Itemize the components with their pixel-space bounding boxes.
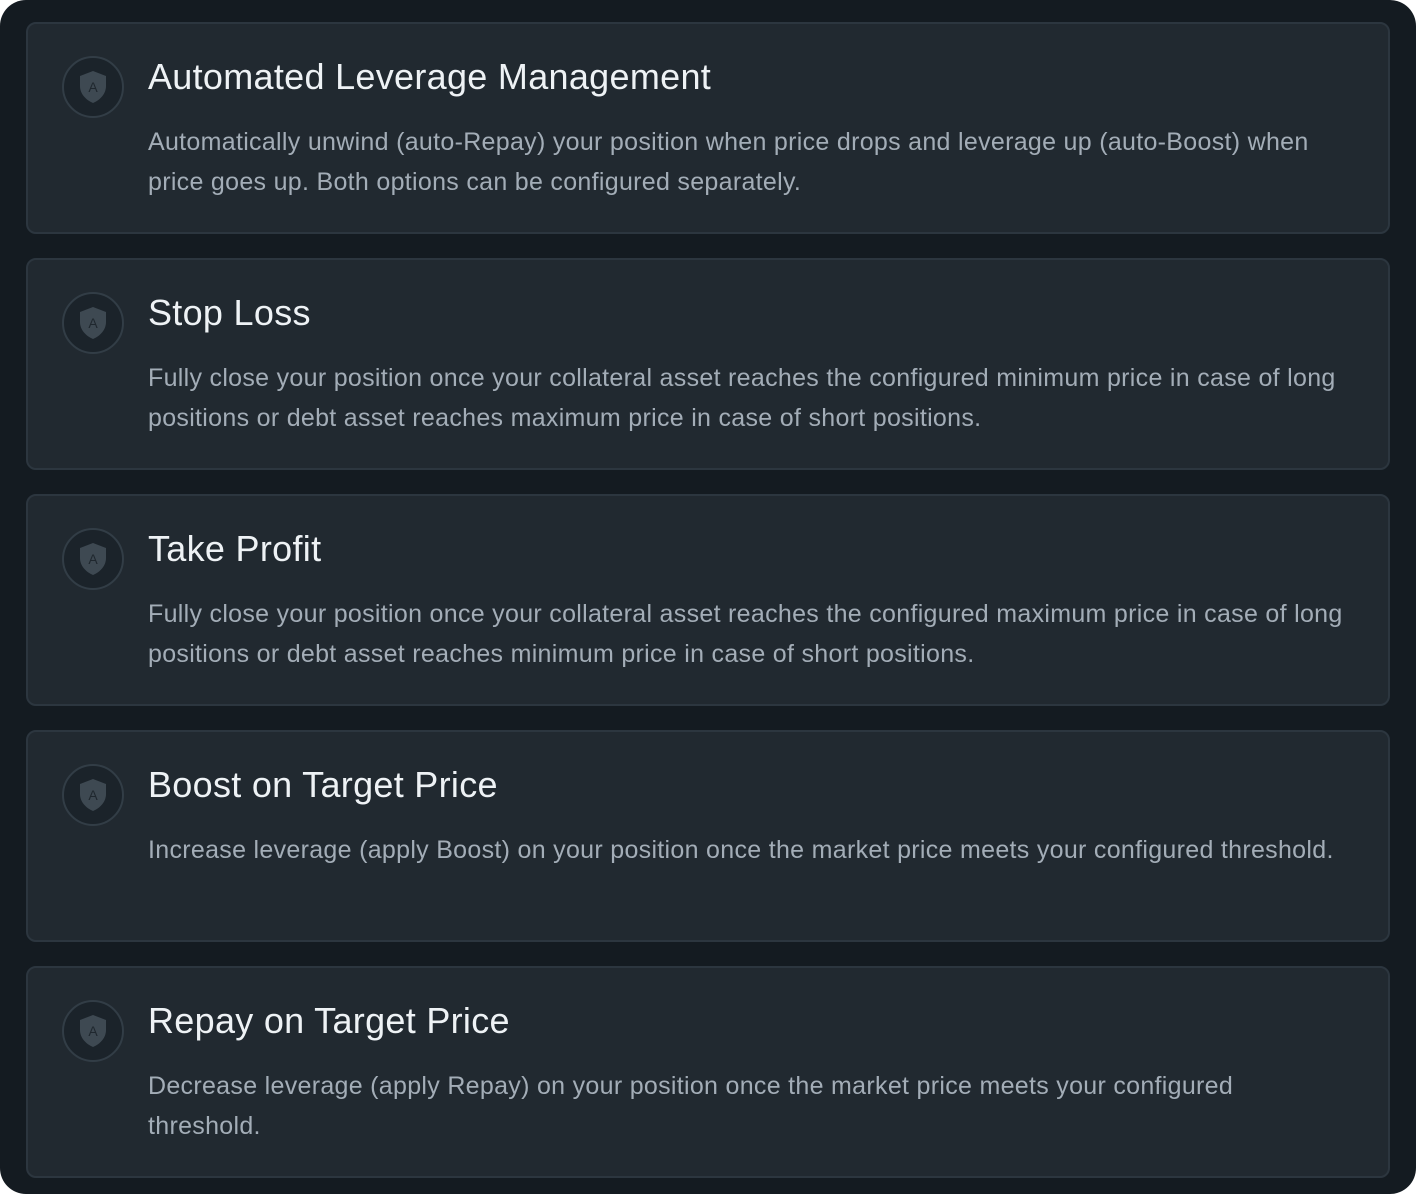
shield-automation-icon: A	[62, 528, 124, 590]
card-description: Fully close your position once your coll…	[148, 600, 1343, 668]
svg-text:A: A	[88, 551, 98, 567]
card-description: Increase leverage (apply Boost) on your …	[148, 836, 1334, 864]
svg-text:A: A	[88, 1023, 98, 1039]
card-title: Take Profit	[148, 528, 322, 569]
automation-option-card-boost-on-target-price[interactable]: A Boost on Target Price Increase leverag…	[26, 730, 1390, 942]
automation-options-panel: A Automated Leverage Management Automati…	[0, 0, 1416, 1194]
card-title: Repay on Target Price	[148, 1000, 510, 1041]
shield-automation-icon: A	[62, 1000, 124, 1062]
automation-option-card-stop-loss[interactable]: A Stop Loss Fully close your position on…	[26, 258, 1390, 470]
card-title: Stop Loss	[148, 292, 311, 333]
card-title: Automated Leverage Management	[148, 56, 712, 97]
svg-text:A: A	[88, 79, 98, 95]
card-description: Automatically unwind (auto-Repay) your p…	[148, 128, 1309, 196]
shield-automation-icon: A	[62, 764, 124, 826]
automation-option-card-repay-on-target-price[interactable]: A Repay on Target Price Decrease leverag…	[26, 966, 1390, 1178]
automation-option-card-take-profit[interactable]: A Take Profit Fully close your position …	[26, 494, 1390, 706]
svg-text:A: A	[88, 315, 98, 331]
shield-automation-icon: A	[62, 292, 124, 354]
card-description: Decrease leverage (apply Repay) on your …	[148, 1072, 1234, 1140]
card-description: Fully close your position once your coll…	[148, 364, 1336, 432]
svg-text:A: A	[88, 787, 98, 803]
card-title: Boost on Target Price	[148, 764, 498, 805]
shield-automation-icon: A	[62, 56, 124, 118]
automation-option-card-leverage-management[interactable]: A Automated Leverage Management Automati…	[26, 22, 1390, 234]
